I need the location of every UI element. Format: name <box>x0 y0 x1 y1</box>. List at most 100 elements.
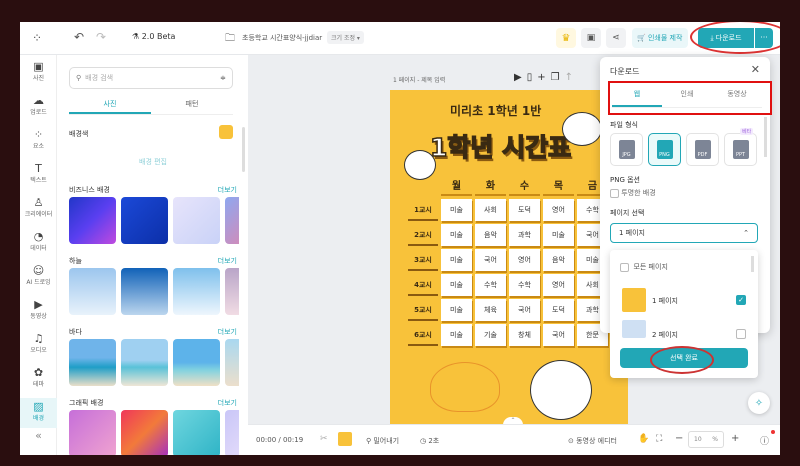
up-icon[interactable]: ↑ <box>565 72 578 83</box>
background-thumbnail[interactable] <box>121 268 168 315</box>
crown-icon[interactable]: ♛ <box>556 28 576 48</box>
more-link[interactable]: 더보기 <box>218 327 237 337</box>
undo-icon[interactable]: ↶ <box>74 30 84 44</box>
page-icon[interactable]: ▯ <box>527 72 538 83</box>
zoom-in-icon[interactable]: + <box>731 433 739 444</box>
folder-icon[interactable]: 🗀 <box>225 31 235 48</box>
palette-icon: ✿ <box>33 366 44 379</box>
rail-item[interactable]: ▨ 배경 <box>20 398 57 428</box>
search-input[interactable]: ⚲ 배경 검색 ≑ <box>69 67 233 89</box>
background-thumbnail[interactable] <box>69 339 116 386</box>
background-thumbnail[interactable] <box>121 410 168 455</box>
ai-icon: ☺ <box>32 264 45 277</box>
resize-button[interactable]: 크기 조정 ▾ <box>327 31 364 44</box>
background-thumbnail[interactable] <box>173 410 220 455</box>
subject-cell: 미술 <box>441 249 472 271</box>
format-option-jpg[interactable]: JPG <box>610 133 643 166</box>
duplicate-icon[interactable]: ❐ <box>551 72 565 83</box>
format-option-png[interactable]: PNG <box>648 133 681 166</box>
background-thumbnail[interactable] <box>69 197 116 244</box>
tab-photo[interactable]: 사진 <box>69 95 151 114</box>
video-editor-button[interactable]: ⊙ 동영상 에디터 <box>568 436 617 446</box>
rail-item[interactable]: ☺ AI 드로잉 <box>20 262 57 292</box>
print-order-button[interactable]: 🛒 인쇄물 제작 <box>632 28 688 48</box>
dialog-scrollbar[interactable] <box>764 117 767 157</box>
checkbox[interactable] <box>610 188 619 198</box>
rail-item[interactable]: ✿ 테마 <box>20 364 57 394</box>
all-pages-option[interactable]: 모든 페이지 <box>620 262 668 272</box>
hand-icon[interactable]: ✋ <box>638 434 649 444</box>
music-icon: ♫ <box>33 332 44 345</box>
color-swatch[interactable] <box>338 432 352 446</box>
rail-item-label: 동영상 <box>30 313 47 320</box>
version-badge[interactable]: ⚗ 2.0 Beta <box>132 32 175 41</box>
page-option-label[interactable]: 1 페이지 <box>652 296 678 306</box>
tab-web[interactable]: 웹 <box>612 89 662 107</box>
more-link[interactable]: 더보기 <box>218 185 237 195</box>
background-thumbnail[interactable] <box>225 197 239 244</box>
transition-button[interactable]: ⚲ 밀어내기 <box>366 436 399 446</box>
document-title[interactable]: 초등학교 시간표양식-jjdiar <box>242 33 322 43</box>
magic-wand-icon[interactable]: ✧ <box>748 392 770 414</box>
duration-button[interactable]: ◷ 2초 <box>420 436 439 446</box>
more-link[interactable]: 더보기 <box>218 398 237 408</box>
rail-item[interactable]: T 텍스트 <box>20 160 57 190</box>
rail-item[interactable]: ◔ 데이터 <box>20 228 57 258</box>
list-scrollbar[interactable] <box>751 256 754 272</box>
bg-edit-button[interactable]: 배경 편집 <box>69 157 237 167</box>
panel-scrollbar[interactable] <box>242 127 245 172</box>
tab-print[interactable]: 인쇄 <box>662 89 712 107</box>
rail-item[interactable]: ♫ 오디오 <box>20 330 57 360</box>
background-thumbnail[interactable] <box>173 339 220 386</box>
scissors-icon[interactable]: ✂ <box>320 434 328 444</box>
background-thumbnail[interactable] <box>173 268 220 315</box>
dialog-title: 다운로드 <box>610 67 640 76</box>
background-thumbnail[interactable] <box>225 339 239 386</box>
format-option-pdf[interactable]: PDF <box>686 133 719 166</box>
timetable-page[interactable]: 미리초 1학년 1반 1학년 시간표 월 화 수 목 금 1교시 미술 사회 도덕 영어 수학 2교시… <box>390 90 628 426</box>
rail-item-label: 크리에이터 <box>24 211 53 218</box>
redo-icon[interactable]: ↷ <box>96 30 106 44</box>
rail-item[interactable]: ☁ 업로드 <box>20 92 57 122</box>
background-thumbnail[interactable] <box>69 410 116 455</box>
background-thumbnail[interactable] <box>225 268 239 315</box>
timetable-grid: 월 화 수 목 금 1교시 미술 사회 도덕 영어 수학 2교시 미술 음악 과학 미술 국어 3교시 미술 국어 영어… <box>408 178 608 346</box>
checked-checkbox[interactable]: ✓ <box>736 295 746 305</box>
day-header: 월 <box>441 178 472 196</box>
notification-dot <box>771 430 775 434</box>
save-icon[interactable]: ▣ <box>581 28 601 48</box>
page-label[interactable]: 1 페이지 - 제목 입력 <box>393 75 445 84</box>
checkbox[interactable] <box>620 262 629 272</box>
filter-icon[interactable]: ≑ <box>220 74 226 82</box>
background-thumbnail[interactable] <box>121 339 168 386</box>
checkbox[interactable] <box>736 329 746 339</box>
help-icon[interactable]: ⓘ <box>760 434 769 447</box>
add-page-icon[interactable]: + <box>537 72 550 83</box>
collapse-icon[interactable]: « <box>20 429 57 442</box>
background-thumbnail[interactable] <box>173 197 220 244</box>
tab-pattern[interactable]: 패턴 <box>151 95 233 114</box>
rail-item[interactable]: ▶ 동영상 <box>20 296 57 326</box>
background-thumbnail[interactable] <box>69 268 116 315</box>
more-link[interactable]: 더보기 <box>218 256 237 266</box>
fullscreen-icon[interactable]: ⛶ <box>656 434 662 444</box>
format-option-ppt[interactable]: PPT <box>724 133 757 166</box>
share-icon[interactable]: ⋖ <box>606 28 626 48</box>
subject-cell: 음악 <box>475 224 506 246</box>
page-select-dropdown[interactable]: 1 페이지 ⌃ <box>610 223 758 243</box>
tab-video[interactable]: 동영상 <box>712 89 762 107</box>
page-option-label[interactable]: 2 페이지 <box>652 330 678 340</box>
background-thumbnail[interactable] <box>225 410 239 455</box>
background-thumbnail[interactable] <box>121 197 168 244</box>
rail-item[interactable]: ▣ 사진 <box>20 58 57 88</box>
close-icon[interactable]: ✕ <box>751 63 760 76</box>
rail-item[interactable]: ♙ 크리에이터 <box>20 194 57 224</box>
bg-color-swatch[interactable] <box>219 125 233 139</box>
rail-item[interactable]: ⁘ 요소 <box>20 126 57 156</box>
play-icon[interactable]: ▶ <box>514 72 527 83</box>
menu-grid-icon[interactable]: ⁘ <box>32 31 42 45</box>
zoom-input[interactable]: 10% <box>688 431 724 448</box>
background-section: 비즈니스 배경 더보기 <box>69 185 239 244</box>
transparent-bg-checkbox[interactable]: 투명한 배경 <box>610 188 656 198</box>
zoom-out-icon[interactable]: − <box>675 433 683 444</box>
